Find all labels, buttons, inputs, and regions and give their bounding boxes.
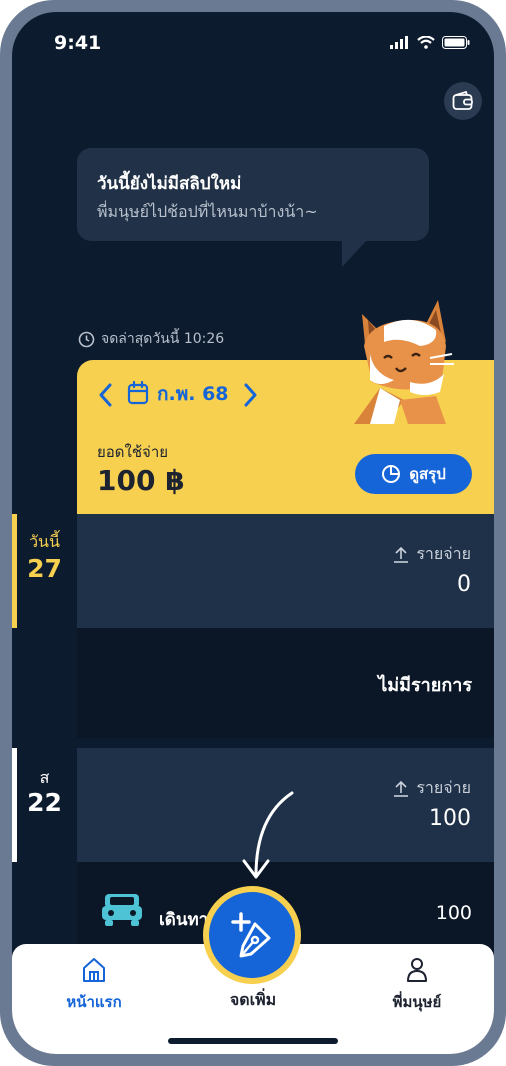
battery-icon bbox=[442, 36, 470, 49]
tab-profile-label: พี่มนุษย์ bbox=[392, 993, 442, 1011]
bubble-subtitle: พี่มนุษย์ไปช้อปที่ไหนมาบ้างน้า~ bbox=[97, 202, 318, 221]
signal-icon bbox=[390, 36, 408, 49]
expense-value: 100 bbox=[429, 806, 471, 831]
pie-chart-icon bbox=[382, 465, 401, 483]
status-time: 9:41 bbox=[54, 32, 102, 54]
transaction-amount: 100 bbox=[435, 902, 472, 924]
add-pen-icon bbox=[231, 912, 271, 958]
expense-label-text: รายจ่าย bbox=[416, 778, 471, 797]
car-icon bbox=[102, 894, 142, 926]
wallet-button[interactable] bbox=[444, 82, 482, 120]
expense-label: รายจ่าย bbox=[392, 776, 471, 801]
tab-profile[interactable]: พี่มนุษย์ bbox=[372, 956, 462, 1014]
upload-icon bbox=[394, 546, 409, 563]
no-items-text: ไม่มีรายการ bbox=[378, 675, 472, 696]
status-icons bbox=[390, 36, 470, 49]
day-number: 22 bbox=[27, 788, 62, 817]
tab-home[interactable]: หน้าแรก bbox=[50, 956, 138, 1014]
tab-home-label: หน้าแรก bbox=[66, 993, 122, 1011]
prev-month-button[interactable] bbox=[93, 380, 117, 410]
calendar-icon bbox=[127, 381, 149, 405]
last-updated: จดล่าสุดวันนี้ 10:26 bbox=[78, 328, 224, 350]
expense-value: 0 bbox=[457, 572, 471, 597]
chevron-right-icon bbox=[244, 383, 257, 407]
bubble-title: วันนี้ยังไม่มีสลิปใหม่ bbox=[97, 174, 242, 194]
bubble-tail bbox=[342, 241, 366, 267]
home-indicator bbox=[168, 1038, 338, 1044]
add-entry-button-inner bbox=[209, 892, 295, 978]
chevron-left-icon bbox=[99, 383, 112, 407]
wallet-icon bbox=[452, 91, 473, 110]
home-icon bbox=[83, 958, 105, 982]
last-updated-text: จดล่าสุดวันนี้ 10:26 bbox=[101, 331, 225, 347]
next-month-button[interactable] bbox=[239, 380, 263, 410]
arrow-hint-icon bbox=[242, 791, 294, 879]
speech-bubble: วันนี้ยังไม่มีสลิปใหม่ พี่มนุษย์ไปช้อปที… bbox=[77, 148, 429, 241]
tab-add-label[interactable]: จดเพิ่ม bbox=[208, 988, 298, 1013]
upload-icon bbox=[394, 780, 409, 797]
clock-icon bbox=[78, 331, 95, 347]
phone-frame: 9:41 วันนี้ยังไม่มีสลิปใหม่ พี่มนุษย์ไปช… bbox=[0, 0, 506, 1066]
day-number: 27 bbox=[27, 554, 62, 583]
spend-value: 100 ฿ bbox=[97, 464, 185, 497]
day-summary[interactable]: รายจ่าย 0 bbox=[77, 514, 494, 628]
view-summary-label: ดูสรุป bbox=[409, 465, 446, 483]
empty-list: ไม่มีรายการ bbox=[77, 628, 494, 738]
app-screen: 9:41 วันนี้ยังไม่มีสลิปใหม่ พี่มนุษย์ไปช… bbox=[12, 12, 494, 1054]
status-bar: 9:41 bbox=[12, 12, 494, 72]
add-entry-button[interactable] bbox=[203, 886, 301, 984]
day-label: วันนี้ bbox=[29, 532, 60, 551]
expense-label: รายจ่าย bbox=[392, 542, 471, 567]
cat-mascot-icon bbox=[354, 300, 454, 424]
month-label[interactable]: ก.พ. 68 bbox=[157, 379, 229, 409]
expense-label-text: รายจ่าย bbox=[416, 544, 471, 563]
spend-label: ยอดใช้จ่าย bbox=[97, 443, 169, 461]
wifi-icon bbox=[417, 36, 435, 49]
person-icon bbox=[407, 958, 427, 982]
transaction-name: เดินทา bbox=[159, 910, 209, 930]
view-summary-button[interactable]: ดูสรุป bbox=[355, 454, 472, 494]
